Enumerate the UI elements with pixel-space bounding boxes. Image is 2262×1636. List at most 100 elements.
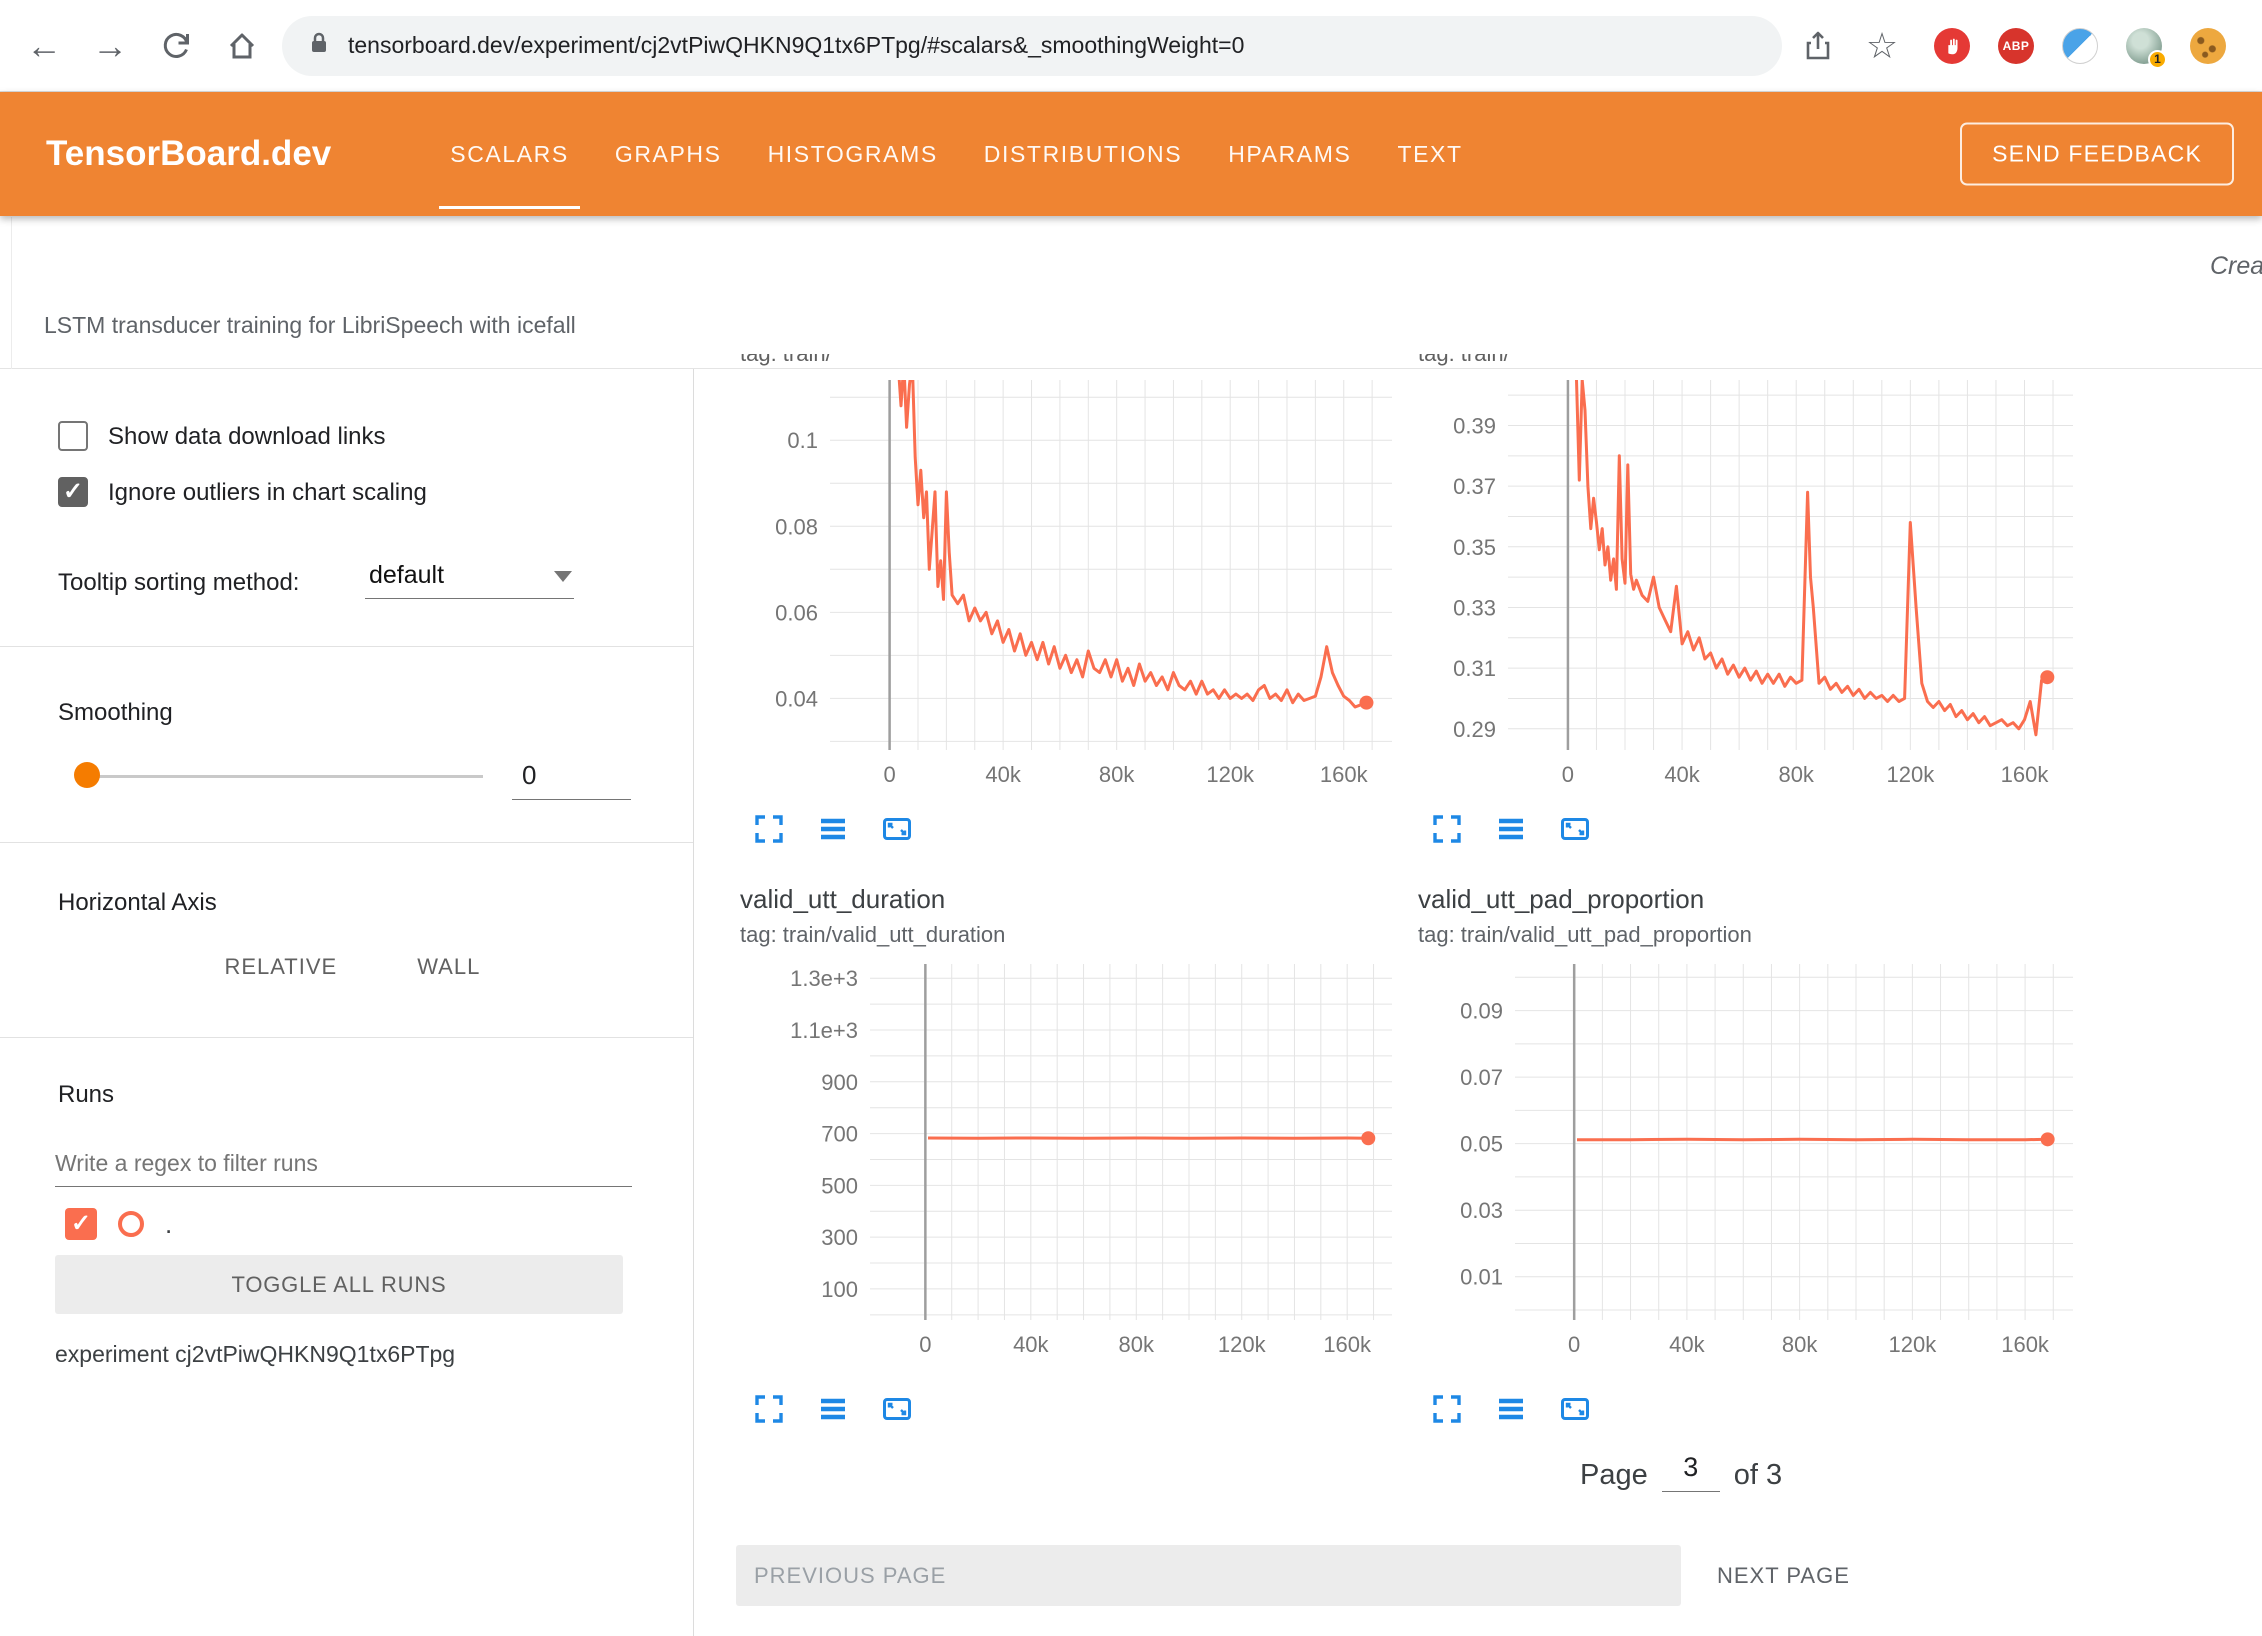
lines-icon[interactable] — [1494, 1392, 1528, 1426]
cookie-icon[interactable] — [2190, 28, 2226, 64]
smoothing-slider-track[interactable] — [79, 775, 483, 778]
svg-text:0.31: 0.31 — [1453, 656, 1496, 681]
toggle-all-runs-button[interactable]: TOGGLE ALL RUNS — [55, 1255, 623, 1314]
tab-histograms[interactable]: HISTOGRAMS — [745, 92, 961, 216]
tab-text[interactable]: TEXT — [1374, 92, 1485, 216]
svg-text:0.09: 0.09 — [1460, 999, 1503, 1024]
run-color-swatch[interactable] — [118, 1211, 144, 1237]
fit-domain-icon[interactable] — [1558, 1392, 1592, 1426]
svg-text:80k: 80k — [1782, 1332, 1818, 1357]
tab-hparams[interactable]: HPARAMS — [1205, 92, 1374, 216]
expand-icon[interactable] — [1430, 812, 1464, 846]
tooltip-sorting-select[interactable]: default — [365, 559, 574, 599]
svg-text:120k: 120k — [1886, 762, 1935, 787]
lines-icon[interactable] — [816, 812, 850, 846]
tab-graphs[interactable]: GRAPHS — [592, 92, 745, 216]
tooltip-sorting-label: Tooltip sorting method: — [58, 569, 299, 597]
ignore-outliers-label: Ignore outliers in chart scaling — [108, 479, 427, 507]
experiment-description: LSTM transducer training for LibriSpeech… — [44, 312, 576, 339]
chart-canvas: 1003005007009001.1e+31.3e+3040k80k120k16… — [740, 880, 1420, 1450]
svg-text:0: 0 — [883, 762, 895, 787]
run-checkbox[interactable]: ✓ — [65, 1208, 97, 1240]
run-name-label: . — [165, 1209, 172, 1240]
check-icon: ✓ — [63, 480, 83, 504]
bookmark-star-icon[interactable]: ☆ — [1858, 22, 1906, 70]
svg-text:120k: 120k — [1206, 762, 1255, 787]
chart-canvas: 0.290.310.330.350.370.39040k80k120k160k — [1418, 368, 2098, 868]
fit-domain-icon[interactable] — [880, 1392, 914, 1426]
tooltip-sorting-value: default — [369, 561, 444, 589]
horizontal-axis-toggle: STEP RELATIVE WALL — [55, 936, 508, 997]
page-label: Page — [1580, 1459, 1648, 1492]
show-download-checkbox[interactable] — [58, 421, 88, 451]
adblock-icon[interactable] — [1934, 28, 1970, 64]
next-page-button[interactable]: NEXT PAGE — [1699, 1545, 1868, 1606]
svg-text:100: 100 — [821, 1277, 858, 1302]
back-icon[interactable]: ← — [20, 22, 68, 70]
app-logo: TensorBoard.dev — [46, 134, 331, 174]
horizontal-axis-label: Horizontal Axis — [58, 889, 217, 917]
svg-text:0.37: 0.37 — [1453, 474, 1496, 499]
svg-text:160k: 160k — [2001, 762, 2050, 787]
svg-text:0: 0 — [1562, 762, 1574, 787]
chart-canvas: 0.010.030.050.070.09040k80k120k160k — [1418, 880, 2098, 1450]
svg-text:120k: 120k — [1889, 1332, 1938, 1357]
svg-text:300: 300 — [821, 1225, 858, 1250]
lines-icon[interactable] — [816, 1392, 850, 1426]
settings-sidebar: Show data download links ✓ Ignore outlie… — [0, 369, 694, 1636]
previous-page-button[interactable]: PREVIOUS PAGE — [736, 1545, 1681, 1606]
smoothing-slider-thumb[interactable] — [74, 762, 100, 788]
refresh-icon[interactable] — [152, 22, 200, 70]
share-icon[interactable] — [1794, 22, 1842, 70]
svg-text:0.01: 0.01 — [1460, 1265, 1503, 1290]
chart-card-valid-utt-pad-proportion[interactable]: 0.010.030.050.070.09040k80k120k160k vali… — [1418, 880, 2098, 1450]
tab-distributions[interactable]: DISTRIBUTIONS — [961, 92, 1205, 216]
sidebar-divider — [0, 842, 693, 843]
forward-icon[interactable]: → — [86, 22, 134, 70]
svg-text:80k: 80k — [1119, 1332, 1155, 1357]
chart-title: valid_utt_pad_proportion — [1418, 884, 1704, 915]
chart-toolbar — [752, 812, 914, 846]
check-icon: ✓ — [71, 1212, 91, 1236]
expand-icon[interactable] — [752, 1392, 786, 1426]
axis-step-button[interactable]: STEP — [55, 936, 172, 997]
expand-icon[interactable] — [752, 812, 786, 846]
svg-text:0.08: 0.08 — [775, 514, 818, 539]
abp-icon[interactable]: ABP — [1998, 28, 2034, 64]
page-number-input[interactable]: 3 — [1662, 1452, 1720, 1492]
svg-text:80k: 80k — [1778, 762, 1814, 787]
lines-icon[interactable] — [1494, 812, 1528, 846]
chart-card-top-left[interactable]: 0.040.060.080.1040k80k120k160k tag: trai… — [740, 368, 1420, 868]
profile-avatar[interactable]: 1 — [2126, 28, 2162, 64]
svg-text:80k: 80k — [1099, 762, 1135, 787]
svg-text:160k: 160k — [1323, 1332, 1372, 1357]
chart-tag: tag: train/valid_utt_duration — [740, 922, 1005, 948]
send-feedback-button[interactable]: SEND FEEDBACK — [1960, 123, 2234, 186]
chart-card-top-right[interactable]: 0.290.310.330.350.370.39040k80k120k160k … — [1418, 368, 2098, 868]
svg-text:0.04: 0.04 — [775, 686, 818, 711]
ignore-outliers-checkbox[interactable]: ✓ — [58, 477, 88, 507]
svg-text:0: 0 — [919, 1332, 931, 1357]
home-icon[interactable] — [218, 22, 266, 70]
svg-text:40k: 40k — [1669, 1332, 1705, 1357]
svg-text:0.07: 0.07 — [1460, 1065, 1503, 1090]
sidebar-divider — [0, 646, 693, 647]
axis-wall-button[interactable]: WALL — [389, 936, 508, 997]
svg-text:0.06: 0.06 — [775, 600, 818, 625]
axis-relative-button[interactable]: RELATIVE — [196, 936, 365, 997]
circle-extension-icon[interactable] — [2062, 28, 2098, 64]
chart-card-valid-utt-duration[interactable]: 1003005007009001.1e+31.3e+3040k80k120k16… — [740, 880, 1420, 1450]
svg-text:0: 0 — [1568, 1332, 1580, 1357]
tab-scalars[interactable]: SCALARS — [427, 92, 592, 216]
nav-tabs: SCALARSGRAPHSHISTOGRAMSDISTRIBUTIONSHPAR… — [427, 92, 1485, 216]
url-text[interactable]: tensorboard.dev/experiment/cj2vtPiwQHKN9… — [348, 32, 1244, 59]
address-bar[interactable]: tensorboard.dev/experiment/cj2vtPiwQHKN9… — [282, 16, 1782, 76]
fit-domain-icon[interactable] — [880, 812, 914, 846]
run-filter-input[interactable] — [55, 1141, 632, 1187]
page-root: ← → tensorboard.dev/experiment/cj2vtPiwQ… — [0, 0, 2262, 1636]
svg-text:1.1e+3: 1.1e+3 — [790, 1018, 858, 1043]
fit-domain-icon[interactable] — [1558, 812, 1592, 846]
smoothing-value-input[interactable]: 0 — [512, 754, 631, 800]
expand-icon[interactable] — [1430, 1392, 1464, 1426]
svg-text:1.3e+3: 1.3e+3 — [790, 966, 858, 991]
